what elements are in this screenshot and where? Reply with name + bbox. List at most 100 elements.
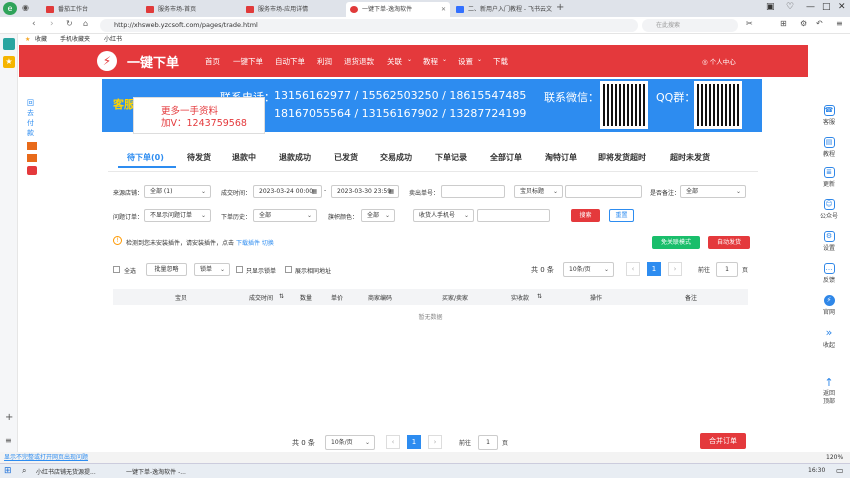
no-login-mode-button[interactable]: 免关联模式 xyxy=(652,236,700,249)
nav-item-auto[interactable]: 自动下单 xyxy=(275,56,305,67)
url-field[interactable]: http://xhsweb.yzcsoft.com/pages/trade.ht… xyxy=(100,19,638,32)
page-size-select[interactable]: 10条/页 ⌄ xyxy=(563,262,614,277)
sidebar-settings[interactable]: ⚙ 设置 xyxy=(816,231,842,252)
tab-timeout[interactable]: 超时未发货 xyxy=(670,152,710,163)
taskbar-search-icon[interactable]: ⌕ xyxy=(22,466,26,476)
left-app-icon[interactable] xyxy=(27,142,37,150)
sidebar-tutorial[interactable]: ▤ 教程 xyxy=(816,137,842,158)
bookmark-item[interactable]: 手机收藏夹 xyxy=(60,34,90,45)
col-received[interactable]: 实收款 xyxy=(511,293,529,302)
browser-tab[interactable]: 服务市场-首页 xyxy=(142,2,240,17)
nav-item-settings[interactable]: 设置 xyxy=(458,56,473,67)
window-restore-icon[interactable]: ♡ xyxy=(786,2,794,12)
tab-all-orders[interactable]: 全部订单 xyxy=(490,152,522,163)
browser-logo-icon[interactable]: e xyxy=(3,2,17,15)
sort-icon[interactable]: ⇅ xyxy=(537,293,542,300)
page-number[interactable]: 1 xyxy=(647,262,661,276)
browser-tab[interactable]: 服务市场-应用详情 xyxy=(242,2,340,17)
grid-icon[interactable]: ⊞ xyxy=(780,19,787,28)
sidebar-collapse[interactable]: » 收起 xyxy=(816,327,842,349)
scissors-icon[interactable]: ✂ xyxy=(746,19,753,28)
windows-start-icon[interactable]: ⊞ xyxy=(4,466,12,476)
undo-icon[interactable]: ↶ xyxy=(816,19,823,28)
back-icon[interactable]: ‹ xyxy=(32,19,36,29)
search-button[interactable]: 搜索 xyxy=(571,209,600,222)
tab-order-log[interactable]: 下单记录 xyxy=(435,152,467,163)
taskbar-item[interactable]: 一键下单-逸淘软件 -... xyxy=(126,467,206,476)
bookmark-item[interactable]: 收藏 xyxy=(35,34,47,45)
download-plugin-link[interactable]: 下载插件 xyxy=(236,240,260,247)
user-center[interactable]: ◎ 个人中心 xyxy=(702,56,736,66)
browser-tab-active[interactable]: 一键下单-逸淘软件 ✕ xyxy=(346,2,450,17)
nav-item-refund[interactable]: 退货退款 xyxy=(344,56,374,67)
menu-icon[interactable]: ≡ xyxy=(836,19,843,28)
sidebar-update[interactable]: ≣ 更新 xyxy=(816,167,842,188)
prev-page-button[interactable]: ‹ xyxy=(386,435,400,449)
tab-refund-success[interactable]: 退款成功 xyxy=(279,152,311,163)
time-end-input[interactable]: 2023-03-30 23:59 ▦ xyxy=(331,185,399,198)
forward-icon[interactable]: › xyxy=(50,19,54,29)
goods-tag-input[interactable] xyxy=(565,185,642,198)
settings-icon[interactable]: ⚙ xyxy=(800,19,807,28)
next-page-button[interactable]: › xyxy=(668,262,682,276)
page-size-select-bottom[interactable]: 10条/页 ⌄ xyxy=(325,435,375,450)
show-lock-checkbox[interactable] xyxy=(236,266,243,273)
status-text[interactable]: 显示不完整或打开网页出现问题 xyxy=(4,452,88,463)
notification-icon[interactable]: ▭ xyxy=(836,466,844,475)
left-app-icon[interactable] xyxy=(27,166,37,175)
sidebar-app-icon[interactable] xyxy=(3,38,15,50)
receiver-select[interactable]: 收货人手机号 ⌄ xyxy=(413,209,474,222)
sidebar-website[interactable]: ⚡ 官网 xyxy=(816,295,842,316)
nav-item-link[interactable]: 关联 xyxy=(387,56,402,67)
taskbar-item[interactable]: 小红书店铺无货源提... xyxy=(36,467,118,476)
sidebar-feedback[interactable]: … 反馈 xyxy=(816,263,842,284)
maximize-icon[interactable]: □ xyxy=(822,2,831,12)
sidebar-menu-icon[interactable]: ≡ xyxy=(5,436,12,445)
browser-search-input[interactable]: 在此搜索 xyxy=(642,19,738,32)
sidebar-back-to-top[interactable]: ↑ 返回顶部 xyxy=(816,377,842,406)
select-all-checkbox[interactable] xyxy=(113,266,120,273)
window-menu-icon[interactable]: ▣ xyxy=(766,2,775,12)
tab-shipped[interactable]: 已发货 xyxy=(334,152,358,163)
goto-page-input[interactable]: 1 xyxy=(478,435,498,450)
pay-back-label[interactable]: 回去付款 xyxy=(27,98,37,138)
home-icon[interactable]: ⌂ xyxy=(83,19,88,28)
shop-select[interactable]: 全部 (1) ⌄ xyxy=(144,185,211,198)
tab-refunding[interactable]: 退款中 xyxy=(232,152,256,163)
tab-near-timeout[interactable]: 即将发货超时 xyxy=(598,152,646,163)
batch-ignore-button[interactable]: 批量忽略 xyxy=(146,263,187,276)
goods-tag-select[interactable]: 宝贝标题 ⌄ xyxy=(514,185,563,198)
goto-page-input[interactable]: 1 xyxy=(716,262,738,277)
history-select[interactable]: 全部 ⌄ xyxy=(253,209,317,222)
zoom-level[interactable]: 120% xyxy=(826,452,843,463)
left-app-icon[interactable] xyxy=(27,154,37,162)
lock-order-select[interactable]: 锁单 ⌄ xyxy=(194,263,230,276)
switch-link[interactable]: 切换 xyxy=(262,240,274,247)
tab-to-ship[interactable]: 待发货 xyxy=(187,152,211,163)
sidebar-add-icon[interactable]: + xyxy=(5,412,13,423)
remark-select[interactable]: 全部 ⌄ xyxy=(680,185,746,198)
nav-item-download[interactable]: 下载 xyxy=(493,56,508,67)
seller-no-input[interactable] xyxy=(441,185,505,198)
nav-item-order[interactable]: 一键下单 xyxy=(233,56,263,67)
show-same-address-checkbox[interactable] xyxy=(285,266,292,273)
prev-page-button[interactable]: ‹ xyxy=(626,262,640,276)
browser-tab[interactable]: 番茄工作台 xyxy=(42,2,140,17)
close-window-icon[interactable]: ✕ xyxy=(838,2,846,12)
tab-completed[interactable]: 交易成功 xyxy=(380,152,412,163)
time-start-input[interactable]: 2023-03-24 00:00 ▦ xyxy=(253,185,322,198)
sidebar-service[interactable]: ☎ 客服 xyxy=(816,105,842,126)
auto-order-button[interactable]: 自动发货 xyxy=(708,236,750,249)
tab-list-icon[interactable]: ◉ xyxy=(22,3,29,12)
reset-button[interactable]: 重置 xyxy=(609,209,634,222)
nav-item-home[interactable]: 首页 xyxy=(205,56,220,67)
sidebar-star-icon[interactable]: ★ xyxy=(3,56,15,68)
tab-taote[interactable]: 淘特订单 xyxy=(545,152,577,163)
new-tab-icon[interactable]: + xyxy=(556,2,564,13)
sort-icon[interactable]: ⇅ xyxy=(279,293,284,300)
sidebar-official-account[interactable]: ☺ 公众号 xyxy=(816,199,842,220)
bookmark-item[interactable]: 小红书 xyxy=(104,34,122,45)
nav-item-tutorial[interactable]: 教程 xyxy=(423,56,438,67)
close-tab-icon[interactable]: ✕ xyxy=(441,2,446,17)
flag-select[interactable]: 全部 ⌄ xyxy=(361,209,395,222)
